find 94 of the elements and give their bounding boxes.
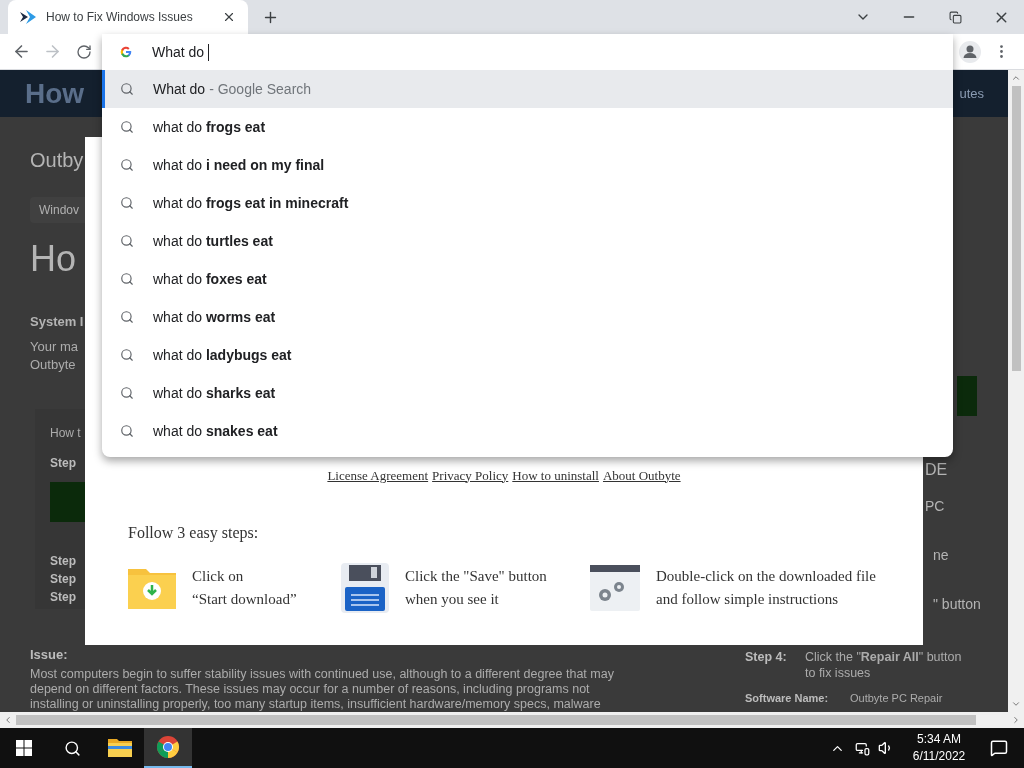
search-icon bbox=[120, 348, 134, 362]
step-label: Step 4: bbox=[745, 649, 788, 666]
suggestion-item[interactable]: what do ladybugs eat bbox=[102, 336, 953, 374]
scroll-thumb[interactable] bbox=[16, 715, 976, 725]
horizontal-scrollbar[interactable] bbox=[0, 712, 1024, 728]
suggestion-hint: - Google Search bbox=[209, 79, 312, 99]
header-link[interactable]: utes bbox=[959, 83, 984, 104]
suggestion-item[interactable]: what do snakes eat bbox=[102, 412, 953, 450]
reload-icon[interactable] bbox=[76, 43, 92, 60]
step-text: Click on “Start download” bbox=[192, 567, 297, 609]
suggestion-text: what do frogs eat in minecraft bbox=[153, 193, 349, 213]
network-icon[interactable] bbox=[855, 740, 870, 756]
address-field[interactable]: What do bbox=[102, 34, 953, 70]
suggestion-text: what do worms eat bbox=[153, 307, 276, 327]
clock[interactable]: 5:34 AM 6/11/2022 bbox=[904, 731, 974, 765]
suggestion-text: what do turtles eat bbox=[153, 231, 273, 251]
footer-link[interactable]: How to uninstall bbox=[512, 465, 599, 485]
scroll-thumb[interactable] bbox=[1011, 86, 1021, 371]
suggestion-item[interactable]: what do i need on my final bbox=[102, 146, 953, 184]
issue-paragraph: Most computers begin to suffer stability issues with continued use, although to a different degree that may depend on different factors. These issues may occur for a number of reasons, including programs not installing or uninstalling properly, too many startup items, insufficient hardware/memory specs, malware bbox=[30, 667, 615, 712]
address-text: What do bbox=[152, 42, 205, 62]
step-label: Step bbox=[50, 570, 77, 588]
profile-icon[interactable] bbox=[959, 40, 981, 63]
text-caret bbox=[208, 43, 210, 61]
windows-start-icon[interactable] bbox=[16, 740, 32, 756]
scroll-up-icon[interactable] bbox=[1011, 73, 1021, 83]
software-label: Software Name: bbox=[745, 691, 830, 705]
side-text: DE bbox=[925, 460, 949, 480]
section-text: Your ma bbox=[30, 337, 79, 356]
search-icon bbox=[120, 120, 134, 134]
step-text: Double-click on the downloaded file and follow simple instructions bbox=[656, 567, 876, 609]
site-favicon-icon bbox=[20, 10, 36, 24]
scroll-right-icon[interactable] bbox=[1011, 715, 1021, 725]
clock-date: 6/11/2022 bbox=[912, 748, 966, 765]
side-text: ne bbox=[932, 546, 950, 565]
side-text: " button bbox=[932, 595, 982, 614]
suggestion-item[interactable]: what do frogs eat bbox=[102, 108, 953, 146]
step-text: Click the "Repair All" button to fix issues bbox=[805, 649, 962, 681]
folder-icon bbox=[108, 737, 132, 757]
card-title: How t bbox=[50, 424, 82, 442]
suggestion-text: What do bbox=[153, 79, 206, 99]
scroll-down-icon[interactable] bbox=[1011, 699, 1021, 709]
chrome-icon bbox=[156, 735, 180, 759]
suggestion-text: what do i need on my final bbox=[153, 155, 325, 175]
back-icon[interactable] bbox=[12, 42, 31, 61]
suggestion-item[interactable]: What do - Google Search bbox=[102, 70, 953, 108]
header-title: How bbox=[25, 76, 85, 111]
breadcrumb[interactable]: Windov bbox=[39, 201, 79, 219]
clock-time: 5:34 AM bbox=[917, 731, 961, 748]
browser-tab[interactable]: How to Fix Windows Issues bbox=[8, 0, 248, 34]
page-heading: Ho bbox=[30, 239, 78, 279]
search-icon bbox=[120, 234, 134, 248]
section-text: Outbyte bbox=[30, 355, 77, 374]
google-logo-icon bbox=[119, 45, 133, 59]
suggestion-item[interactable]: what do sharks eat bbox=[102, 374, 953, 412]
software-name: Outbyte PC Repair bbox=[850, 691, 943, 705]
suggestion-item[interactable]: what do turtles eat bbox=[102, 222, 953, 260]
site-name: Outby bbox=[30, 148, 85, 173]
footer-link[interactable]: About Outbyte bbox=[602, 465, 681, 485]
suggestion-text: what do foxes eat bbox=[153, 269, 267, 289]
search-icon bbox=[120, 310, 134, 324]
folder-download-icon bbox=[128, 567, 176, 609]
taskbar-app[interactable] bbox=[144, 728, 192, 768]
suggestion-item[interactable]: what do frogs eat in minecraft bbox=[102, 184, 953, 222]
side-text: PC bbox=[925, 497, 946, 516]
restore-icon[interactable] bbox=[948, 10, 962, 24]
footer-link[interactable]: License Agreement bbox=[327, 465, 429, 485]
tab-title: How to Fix Windows Issues bbox=[46, 9, 194, 26]
issue-title: Issue: bbox=[30, 647, 69, 663]
suggestion-text: what do sharks eat bbox=[153, 383, 276, 403]
suggestion-text: what do snakes eat bbox=[153, 421, 278, 441]
window-gears-icon bbox=[590, 565, 640, 611]
suggestion-item[interactable]: what do worms eat bbox=[102, 298, 953, 336]
step-label: Step bbox=[50, 588, 77, 606]
suggestion-text: what do ladybugs eat bbox=[153, 345, 292, 365]
step-text: Click the "Save" button when you see it bbox=[405, 567, 547, 609]
step-label: Step bbox=[50, 552, 77, 570]
close-tab-icon[interactable] bbox=[222, 10, 236, 24]
suggestion-text: what do frogs eat bbox=[153, 117, 266, 137]
search-icon bbox=[120, 386, 134, 400]
steps-title: Follow 3 easy steps: bbox=[128, 523, 260, 544]
search-icon bbox=[120, 82, 134, 96]
search-icon bbox=[120, 158, 134, 172]
search-icon[interactable] bbox=[63, 739, 81, 757]
notifications-icon[interactable] bbox=[990, 739, 1008, 757]
search-icon bbox=[120, 424, 134, 438]
search-icon bbox=[120, 272, 134, 286]
vertical-scrollbar[interactable] bbox=[1008, 70, 1024, 712]
step-label: Step bbox=[50, 454, 77, 472]
search-icon bbox=[120, 196, 134, 210]
footer-link[interactable]: Privacy Policy bbox=[432, 465, 509, 485]
suggestion-item[interactable]: what do foxes eat bbox=[102, 260, 953, 298]
scroll-left-icon[interactable] bbox=[3, 715, 13, 725]
section-title: System I bbox=[30, 313, 85, 331]
